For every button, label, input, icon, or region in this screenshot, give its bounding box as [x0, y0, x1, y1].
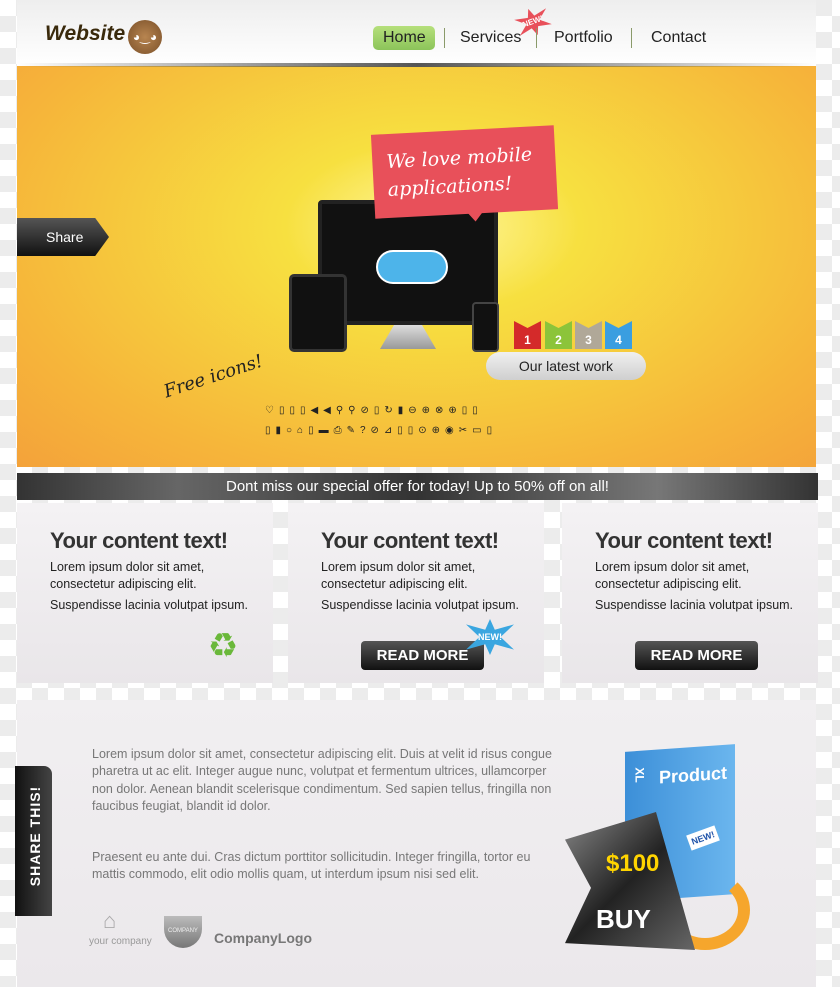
share-this-label: SHARE THIS! [27, 785, 43, 887]
card-text: Lorem ipsum dolor sit amet, consectetur … [595, 560, 750, 591]
product-xl: XL [632, 767, 647, 783]
icon-set-row: ▯▮○⌂▯▬⎙✎?⊘⊿▯▯⊙⊕◉✂▭▯ [265, 425, 498, 436]
logo-companylogo: CompanyLogo [214, 930, 312, 946]
nav-divider [536, 28, 537, 48]
nav-contact[interactable]: Contact [641, 26, 716, 50]
card-title: Your content text! [321, 528, 499, 553]
offer-bar: Dont miss our special offer for today! U… [17, 473, 818, 500]
body-paragraph: Praesent eu ante dui. Cras dictum portti… [92, 850, 531, 882]
cloud-icon [376, 250, 448, 284]
icon-set-row: ♡▯▯▯◀◀⚲⚲⊘▯↻▮⊖⊕⊗⊕▯▯ [265, 405, 483, 416]
logo-your-company: your company [89, 936, 152, 947]
product-label: Product [659, 762, 728, 788]
card-title: Your content text! [50, 528, 228, 553]
card-title: Your content text! [595, 528, 773, 553]
read-more-button[interactable]: READ MORE [361, 641, 484, 670]
content-card: Your content text! Lorem ipsum dolor sit… [17, 503, 273, 683]
card-text: Suspendisse lacinia volutpat ipsum. [50, 598, 249, 612]
recycle-icon: ♻ [207, 627, 239, 665]
content-card: Your content text! Lorem ipsum dolor sit… [562, 503, 818, 683]
phone-image [472, 302, 499, 352]
card-text: Suspendisse lacinia volutpat ipsum. [321, 598, 520, 612]
content-card: Your content text! Lorem ipsum dolor sit… [288, 503, 544, 683]
price: $100 [606, 850, 660, 877]
card-text: Lorem ipsum dolor sit amet, consectetur … [50, 560, 205, 591]
card-text: Lorem ipsum dolor sit amet, consectetur … [321, 560, 476, 591]
nav-services[interactable]: Services [450, 26, 531, 50]
share-this-tab[interactable]: SHARE THIS! [15, 766, 52, 916]
latest-work-button[interactable]: Our latest work [486, 352, 646, 380]
tablet-image [289, 274, 347, 352]
body-paragraph: Lorem ipsum dolor sit amet, consectetur … [92, 747, 552, 813]
nav-portfolio[interactable]: Portfolio [544, 26, 623, 50]
house-icon: ⌂ [103, 908, 117, 933]
site-logo[interactable]: Website [45, 22, 125, 46]
nav-home[interactable]: Home [373, 26, 435, 50]
speech-bubble: We love mobile applications! [370, 125, 559, 219]
read-more-button[interactable]: READ MORE [635, 641, 758, 670]
buy-button[interactable]: BUY [596, 904, 651, 935]
card-text: Suspendisse lacinia volutpat ipsum. [595, 598, 794, 612]
nav-divider [444, 28, 445, 48]
nav-divider [631, 28, 632, 48]
header-shadow [17, 63, 816, 67]
mascot-icon: ◕‿◕ [128, 20, 162, 54]
share-button[interactable]: Share [17, 218, 109, 256]
